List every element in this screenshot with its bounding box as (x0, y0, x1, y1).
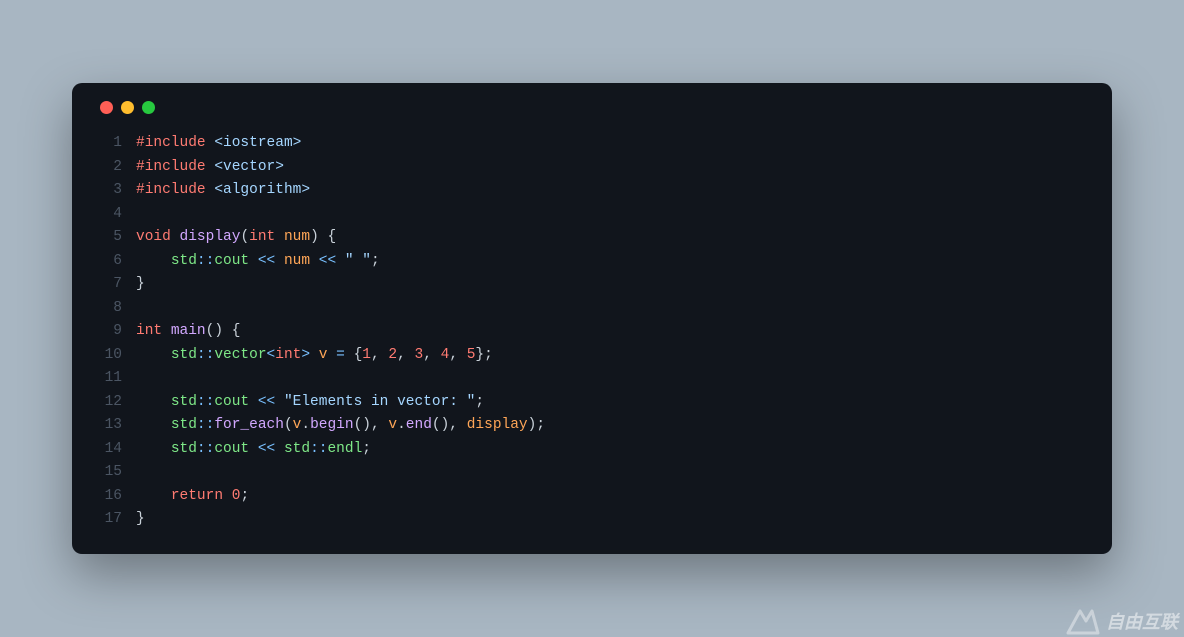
line-number: 4 (94, 203, 122, 226)
line-number: 16 (94, 485, 122, 508)
line-number: 3 (94, 179, 122, 202)
line-content: return 0; (136, 485, 249, 508)
code-line[interactable]: 4 (94, 203, 1090, 226)
line-content: void display(int num) { (136, 226, 336, 249)
line-number: 2 (94, 156, 122, 179)
line-number: 17 (94, 508, 122, 531)
code-line[interactable]: 3 #include <algorithm> (94, 179, 1090, 202)
line-number: 10 (94, 344, 122, 367)
code-line[interactable]: 5 void display(int num) { (94, 226, 1090, 249)
line-content: std::cout << std::endl; (136, 438, 371, 461)
line-number: 11 (94, 367, 122, 390)
zoom-icon[interactable] (142, 101, 155, 114)
code-window: 1 #include <iostream> 2 #include <vector> 3 #… (72, 83, 1112, 553)
code-line[interactable]: 6 std::cout << num << " "; (94, 250, 1090, 273)
line-content: std::cout << num << " "; (136, 250, 380, 273)
minimize-icon[interactable] (121, 101, 134, 114)
line-content: } (136, 273, 145, 296)
line-number: 7 (94, 273, 122, 296)
line-number: 8 (94, 297, 122, 320)
code-line[interactable]: 14 std::cout << std::endl; (94, 438, 1090, 461)
line-content: int main() { (136, 320, 240, 343)
code-editor[interactable]: 1 #include <iostream> 2 #include <vector> 3 #… (94, 132, 1090, 531)
watermark-text: 自由互联 (1106, 608, 1178, 634)
line-content: std::vector<int> v = {1, 2, 3, 4, 5}; (136, 344, 493, 367)
line-content: std::for_each(v.begin(), v.end(), displa… (136, 414, 545, 437)
code-line[interactable]: 9 int main() { (94, 320, 1090, 343)
line-content: std::cout << "Elements in vector: "; (136, 391, 484, 414)
line-content: } (136, 508, 145, 531)
line-content: #include <vector> (136, 156, 284, 179)
code-line[interactable]: 15 (94, 461, 1090, 484)
code-line[interactable]: 17} (94, 508, 1090, 531)
code-line[interactable]: 11 (94, 367, 1090, 390)
line-content: #include <iostream> (136, 132, 301, 155)
line-number: 15 (94, 461, 122, 484)
watermark: 自由互联 (1066, 607, 1178, 635)
watermark-logo-icon (1066, 607, 1100, 635)
line-number: 1 (94, 132, 122, 155)
window-controls (94, 101, 1090, 132)
line-number: 9 (94, 320, 122, 343)
code-line[interactable]: 7} (94, 273, 1090, 296)
line-number: 5 (94, 226, 122, 249)
code-line[interactable]: 12 std::cout << "Elements in vector: "; (94, 391, 1090, 414)
code-line[interactable]: 10 std::vector<int> v = {1, 2, 3, 4, 5}; (94, 344, 1090, 367)
code-line[interactable]: 8 (94, 297, 1090, 320)
code-line[interactable]: 16 return 0; (94, 485, 1090, 508)
code-line[interactable]: 1 #include <iostream> (94, 132, 1090, 155)
line-number: 6 (94, 250, 122, 273)
code-line[interactable]: 13 std::for_each(v.begin(), v.end(), dis… (94, 414, 1090, 437)
line-number: 14 (94, 438, 122, 461)
close-icon[interactable] (100, 101, 113, 114)
code-line[interactable]: 2 #include <vector> (94, 156, 1090, 179)
line-number: 13 (94, 414, 122, 437)
line-content: #include <algorithm> (136, 179, 310, 202)
line-number: 12 (94, 391, 122, 414)
